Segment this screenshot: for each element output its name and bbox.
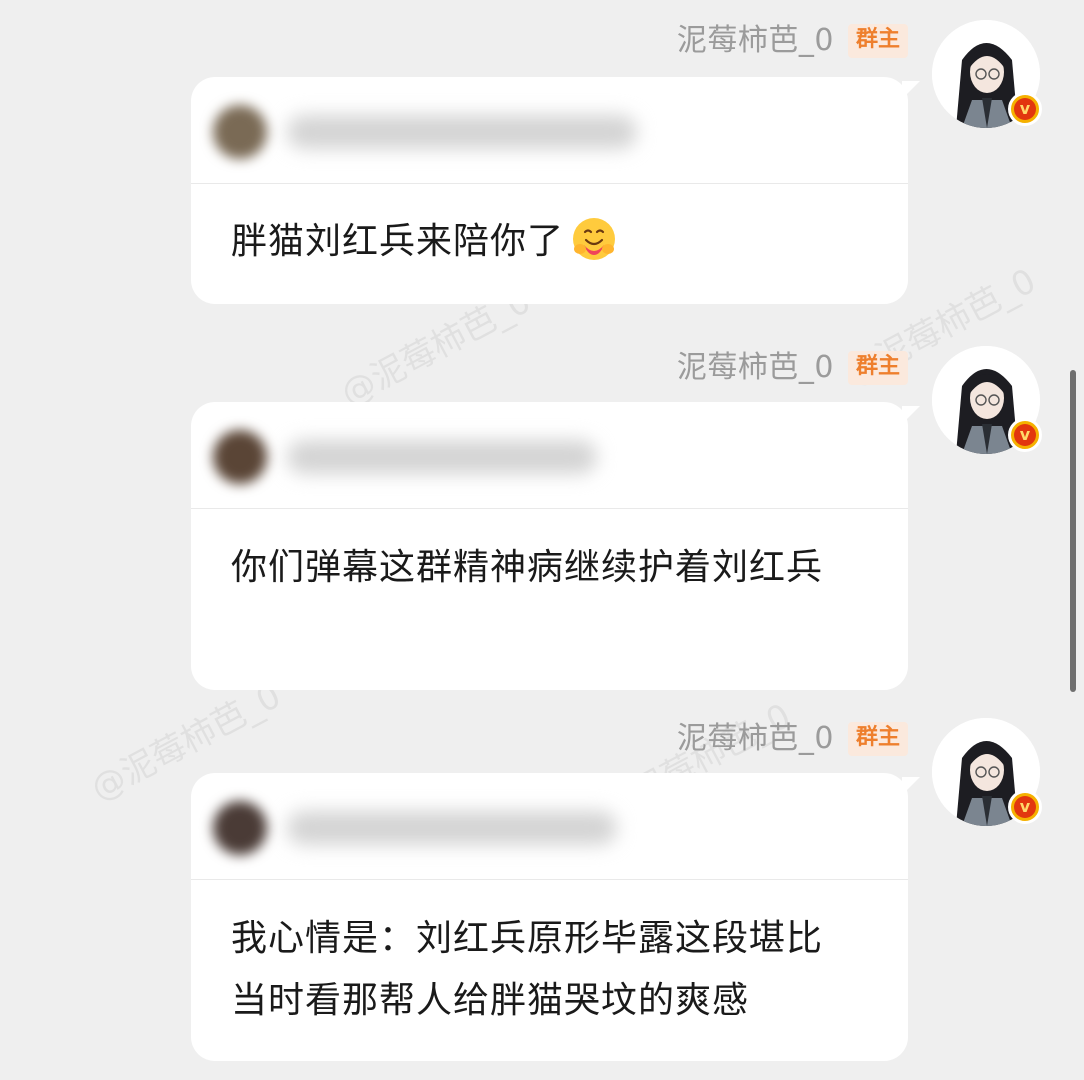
quoted-avatar — [213, 801, 267, 855]
avatar[interactable]: v — [932, 346, 1042, 454]
message-bubble[interactable]: 你们弹幕这群精神病继续护着刘红兵 — [191, 402, 920, 690]
message-content: 胖猫刘红兵来陪你了 — [231, 211, 852, 273]
quoted-text-blurred — [287, 440, 597, 474]
quoted-reply[interactable] — [191, 402, 908, 509]
message-bubble[interactable]: 我心情是：刘红兵原形毕露这段堪比当时看那帮人给胖猫哭坟的爽感 — [191, 773, 920, 1061]
quoted-reply[interactable] — [191, 77, 908, 184]
hugging-face-emoji-icon — [573, 218, 616, 260]
sender-name[interactable]: 泥莓柿芭_0 — [677, 722, 834, 756]
sender-info: 泥莓柿芭_0 群主 — [677, 24, 908, 58]
verified-icon: v — [1008, 790, 1042, 824]
message-text: 你们弹幕这群精神病继续护着刘红兵 — [231, 547, 824, 588]
message-text: 我心情是：刘红兵原形毕露这段堪比当时看那帮人给胖猫哭坟的爽感 — [231, 918, 824, 1021]
message-content: 你们弹幕这群精神病继续护着刘红兵 — [231, 537, 852, 599]
group-owner-badge: 群主 — [847, 722, 908, 756]
message-content: 我心情是：刘红兵原形毕露这段堪比当时看那帮人给胖猫哭坟的爽感 — [231, 908, 852, 1032]
quoted-avatar — [213, 430, 267, 484]
quoted-text-blurred — [287, 115, 637, 149]
sender-name[interactable]: 泥莓柿芭_0 — [677, 351, 834, 385]
avatar[interactable]: v — [932, 718, 1042, 826]
sender-name[interactable]: 泥莓柿芭_0 — [677, 24, 834, 58]
sender-info: 泥莓柿芭_0 群主 — [677, 722, 908, 756]
sender-info: 泥莓柿芭_0 群主 — [677, 351, 908, 385]
avatar[interactable]: v — [932, 20, 1042, 128]
quoted-reply[interactable] — [191, 773, 908, 880]
group-owner-badge: 群主 — [847, 24, 908, 58]
scrollbar[interactable] — [1070, 370, 1076, 692]
quoted-text-blurred — [287, 811, 617, 845]
verified-icon: v — [1008, 418, 1042, 452]
group-owner-badge: 群主 — [847, 351, 908, 385]
verified-icon: v — [1008, 92, 1042, 126]
message-bubble[interactable]: 胖猫刘红兵来陪你了 — [191, 77, 920, 304]
quoted-avatar — [213, 105, 267, 159]
message-text: 胖猫刘红兵来陪你了 — [231, 221, 565, 262]
